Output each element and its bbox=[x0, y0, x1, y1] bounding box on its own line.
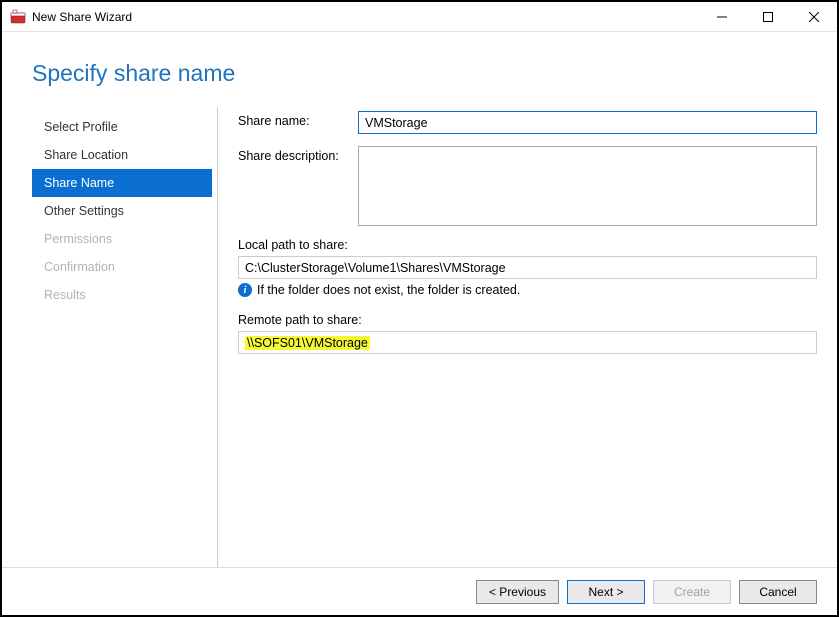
vertical-divider bbox=[217, 107, 218, 567]
content-area: Select Profile Share Location Share Name… bbox=[2, 107, 837, 567]
close-button[interactable] bbox=[791, 2, 837, 32]
main-panel: Share name: Share description: Local pat… bbox=[238, 107, 817, 567]
app-icon bbox=[10, 9, 26, 25]
titlebar: New Share Wizard bbox=[2, 2, 837, 32]
minimize-button[interactable] bbox=[699, 2, 745, 32]
local-path-label: Local path to share: bbox=[238, 238, 817, 252]
step-confirmation: Confirmation bbox=[32, 253, 212, 281]
share-desc-input[interactable] bbox=[358, 146, 817, 226]
remote-path-field: \\SOFS01\VMStorage bbox=[238, 331, 817, 354]
share-name-input[interactable] bbox=[358, 111, 817, 134]
remote-path-value: \\SOFS01\VMStorage bbox=[245, 336, 370, 350]
next-button[interactable]: Next > bbox=[567, 580, 645, 604]
local-path-field: C:\ClusterStorage\Volume1\Shares\VMStora… bbox=[238, 256, 817, 279]
wizard-sidebar: Select Profile Share Location Share Name… bbox=[32, 107, 212, 567]
footer: < Previous Next > Create Cancel bbox=[2, 567, 837, 615]
share-name-label: Share name: bbox=[238, 111, 358, 128]
remote-path-label: Remote path to share: bbox=[238, 313, 817, 327]
previous-button[interactable]: < Previous bbox=[476, 580, 559, 604]
info-text: If the folder does not exist, the folder… bbox=[257, 283, 520, 297]
maximize-button[interactable] bbox=[745, 2, 791, 32]
step-select-profile[interactable]: Select Profile bbox=[32, 113, 212, 141]
step-share-name[interactable]: Share Name bbox=[32, 169, 212, 197]
step-other-settings[interactable]: Other Settings bbox=[32, 197, 212, 225]
page-heading: Specify share name bbox=[2, 32, 837, 107]
info-icon: i bbox=[238, 283, 252, 297]
step-share-location[interactable]: Share Location bbox=[32, 141, 212, 169]
step-results: Results bbox=[32, 281, 212, 309]
window-title: New Share Wizard bbox=[32, 10, 132, 24]
share-desc-label: Share description: bbox=[238, 146, 358, 163]
cancel-button[interactable]: Cancel bbox=[739, 580, 817, 604]
create-button: Create bbox=[653, 580, 731, 604]
window-controls bbox=[699, 2, 837, 32]
step-permissions: Permissions bbox=[32, 225, 212, 253]
